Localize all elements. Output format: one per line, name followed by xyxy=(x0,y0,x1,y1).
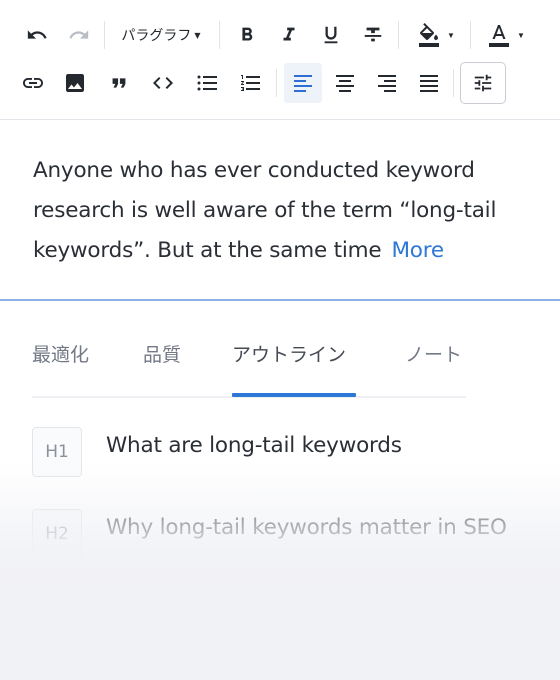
tab-quality[interactable]: 品質 xyxy=(143,340,181,367)
caret-down-icon: ▼ xyxy=(517,30,525,40)
underline-button[interactable] xyxy=(314,15,348,55)
highlight-color-dropdown[interactable]: ▼ xyxy=(408,15,464,55)
insert-image-button[interactable] xyxy=(58,63,92,103)
caret-down-icon: ▼ xyxy=(194,30,201,40)
code-icon xyxy=(151,71,175,95)
toolbar-row-insert xyxy=(0,62,560,104)
quote-button[interactable] xyxy=(102,63,136,103)
align-justify-button[interactable] xyxy=(412,63,446,103)
toolbar-separator xyxy=(398,21,399,49)
outline-list: H1 What are long-tail keywords H2 Why lo… xyxy=(32,427,532,591)
image-icon xyxy=(63,71,87,95)
bulleted-list-icon xyxy=(195,71,219,95)
paragraph-style-dropdown[interactable]: パラグラフ ▼ xyxy=(110,15,212,55)
numbered-list-icon xyxy=(239,71,263,95)
outline-heading-text: Why long-tail keywords matter in SEO xyxy=(106,515,507,540)
align-right-icon xyxy=(375,71,399,95)
undo-button[interactable] xyxy=(20,15,54,55)
link-icon xyxy=(21,71,45,95)
toolbar-separator xyxy=(104,21,105,49)
fill-color-icon xyxy=(417,23,441,47)
italic-button[interactable] xyxy=(272,15,306,55)
align-left-icon xyxy=(291,71,315,95)
toolbar-separator xyxy=(219,21,220,49)
strikethrough-icon xyxy=(362,24,384,46)
toolbar-separator xyxy=(453,69,454,97)
redo-button[interactable] xyxy=(62,15,96,55)
outline-item[interactable]: H2 Why long-tail keywords matter in SEO xyxy=(32,509,532,561)
tab-notes[interactable]: ノート xyxy=(405,340,462,367)
font-color-dropdown[interactable]: ▼ xyxy=(478,15,534,55)
heading-level-badge: H2 xyxy=(32,509,82,559)
strikethrough-button[interactable] xyxy=(356,15,390,55)
tab-optimize[interactable]: 最適化 xyxy=(32,340,89,367)
active-tab-indicator xyxy=(232,393,356,397)
heading-level-badge: H1 xyxy=(32,427,82,477)
editor-toolbar: パラグラフ ▼ ▼ ▼ xyxy=(0,0,560,120)
paragraph-style-label: パラグラフ xyxy=(121,28,192,44)
font-color-icon xyxy=(487,23,511,47)
sliders-icon xyxy=(472,72,494,94)
bulleted-list-button[interactable] xyxy=(190,63,224,103)
undo-icon xyxy=(26,24,48,46)
align-right-button[interactable] xyxy=(370,63,404,103)
tab-outline[interactable]: アウトライン xyxy=(232,340,346,367)
outline-item[interactable]: H1 What are long-tail keywords xyxy=(32,427,532,479)
toolbar-separator xyxy=(276,69,277,97)
link-button[interactable] xyxy=(16,63,50,103)
align-justify-icon xyxy=(417,71,441,95)
settings-button[interactable] xyxy=(460,62,506,104)
align-center-icon xyxy=(333,71,357,95)
more-link[interactable]: More xyxy=(391,238,444,263)
redo-icon xyxy=(68,24,90,46)
numbered-list-button[interactable] xyxy=(234,63,268,103)
bold-icon xyxy=(236,24,258,46)
underline-icon xyxy=(320,24,342,46)
align-center-button[interactable] xyxy=(328,63,362,103)
italic-icon xyxy=(278,24,300,46)
toolbar-row-formatting: パラグラフ ▼ ▼ ▼ xyxy=(0,15,560,55)
caret-down-icon: ▼ xyxy=(447,30,455,40)
analysis-tabs: 最適化 品質 アウトライン ノート xyxy=(32,320,466,398)
toolbar-separator xyxy=(470,21,471,49)
content-text: Anyone who has ever conducted keyword re… xyxy=(33,151,513,271)
quote-icon xyxy=(108,72,130,94)
bold-button[interactable] xyxy=(230,15,264,55)
align-left-button[interactable] xyxy=(284,63,322,103)
content-preview: Anyone who has ever conducted keyword re… xyxy=(0,121,560,301)
outline-heading-text: What are long-tail keywords xyxy=(106,433,402,458)
code-button[interactable] xyxy=(146,63,180,103)
